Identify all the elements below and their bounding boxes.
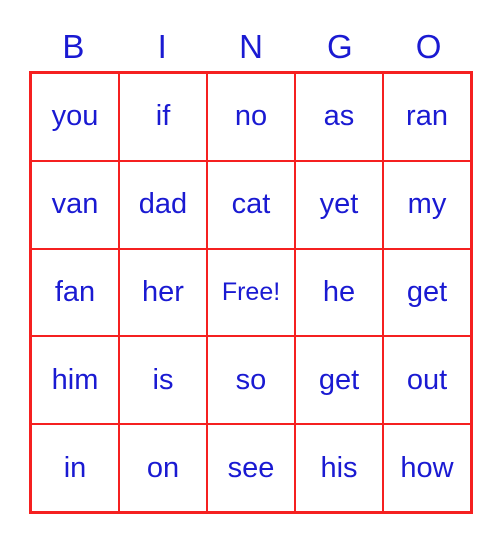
- bingo-cell-o1[interactable]: ran: [382, 74, 470, 160]
- bingo-cell-o5[interactable]: how: [382, 425, 470, 511]
- bingo-cell-i3[interactable]: her: [118, 249, 206, 336]
- bingo-cell-i1[interactable]: if: [118, 74, 206, 160]
- bingo-cell-b1[interactable]: you: [32, 74, 118, 160]
- column-header-i: I: [157, 27, 167, 65]
- bingo-cell-g1[interactable]: as: [294, 74, 382, 160]
- bingo-cell-n5[interactable]: see: [206, 425, 294, 511]
- bingo-row: you if no as ran: [32, 74, 470, 160]
- bingo-column-headers: B I N G O: [29, 24, 473, 68]
- bingo-row: him is so get out: [32, 335, 470, 424]
- bingo-cell-i2[interactable]: dad: [118, 161, 206, 248]
- bingo-row: fan her Free! he get: [32, 247, 470, 336]
- bingo-cell-b5[interactable]: in: [32, 425, 118, 511]
- bingo-cell-i5[interactable]: on: [118, 425, 206, 511]
- bingo-cell-b4[interactable]: him: [32, 337, 118, 424]
- column-header-n: N: [239, 27, 263, 65]
- bingo-cell-o2[interactable]: my: [382, 161, 470, 248]
- column-header-b: B: [62, 27, 85, 65]
- bingo-cell-i4[interactable]: is: [118, 337, 206, 424]
- bingo-cell-g5[interactable]: his: [294, 425, 382, 511]
- bingo-row: van dad cat yet my: [32, 159, 470, 248]
- bingo-row: in on see his how: [32, 423, 470, 511]
- bingo-cell-free-space[interactable]: Free!: [206, 249, 294, 336]
- bingo-cell-b3[interactable]: fan: [32, 249, 118, 336]
- bingo-cell-g3[interactable]: he: [294, 249, 382, 336]
- bingo-grid: you if no as ran van dad cat yet my fan …: [29, 71, 473, 514]
- column-header-o: O: [415, 27, 442, 65]
- bingo-card: B I N G O you if no as ran van dad cat y…: [0, 0, 501, 544]
- bingo-cell-g2[interactable]: yet: [294, 161, 382, 248]
- bingo-cell-n2[interactable]: cat: [206, 161, 294, 248]
- bingo-cell-g4[interactable]: get: [294, 337, 382, 424]
- bingo-cell-o3[interactable]: get: [382, 249, 470, 336]
- bingo-cell-n4[interactable]: so: [206, 337, 294, 424]
- bingo-cell-o4[interactable]: out: [382, 337, 470, 424]
- bingo-cell-n1[interactable]: no: [206, 74, 294, 160]
- bingo-cell-b2[interactable]: van: [32, 161, 118, 248]
- column-header-g: G: [326, 27, 353, 65]
